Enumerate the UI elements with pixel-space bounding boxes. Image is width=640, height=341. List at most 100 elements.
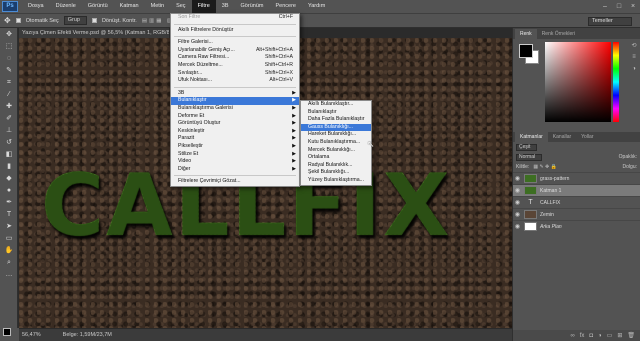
document-tab[interactable]: Yazıya Çimen Efekti Verme.psd @ 56,5% (K… [19,28,169,38]
filter-menu-item-diger[interactable]: Diğer ▶ [171,166,299,174]
tab-color[interactable]: Renk [515,29,537,39]
menu-filtre[interactable]: Filtre [191,0,216,13]
filter-menu-item-mercek-duzeltme[interactable]: Mercek Düzeltme... Shift+Ctrl+R [171,62,299,70]
filter-menu-item-bulaniklastir[interactable]: Bulanıklaştır ▶ [171,97,299,105]
menu-3b[interactable]: 3B [216,0,235,13]
menu-pencere[interactable]: Pencere [269,0,302,13]
quick-select-tool-icon[interactable]: ✎ [2,66,16,76]
filter-menu-item-ufuk-noktasi[interactable]: Ufuk Noktası... Alt+Ctrl+V [171,77,299,85]
workspace-dropdown[interactable]: Temeller [588,17,632,26]
crop-tool-icon[interactable]: ⌗ [2,78,16,88]
visibility-eye-icon[interactable]: ◉ [513,187,522,194]
filter-menu-item-filtrelere-cevrimici-gozat[interactable]: Filtrelere Çevrimiçi Gözat... [171,178,299,186]
menu-duzenle[interactable]: Düzenle [50,0,82,13]
tab-channels[interactable]: Kanallar [548,132,576,142]
menu-gorunum[interactable]: Görünüm [235,0,270,13]
tab-paths[interactable]: Yollar [576,132,598,142]
blur-submenu-item-akilli-bulaniklastir[interactable]: Akıllı Bulanıklaştır... [301,101,371,109]
maximize-icon[interactable]: □ [612,0,626,13]
lasso-tool-icon[interactable]: ◌ [2,54,16,64]
shape-tool-icon[interactable]: ▭ [2,234,16,244]
blur-submenu-item-gauss-bulanikligi[interactable]: Gauss Bulanıklığı... [301,123,371,132]
new-layer-icon[interactable]: ⊞ [617,332,622,339]
filter-menu-item-deforme-et[interactable]: Deforme Et ▶ [171,113,299,121]
close-icon[interactable]: × [626,0,640,13]
blur-tool-icon[interactable]: ◆ [2,174,16,184]
adjustments-icon[interactable]: ◑ [629,66,639,75]
layer-row-grass-pattern[interactable]: ◉ grass-pattern [513,172,640,184]
filter-menu-item-goruntuyu-olustur[interactable]: Görüntüyü Oluştur ▶ [171,120,299,128]
brush-tool-icon[interactable]: ✐ [2,114,16,124]
menu-katman[interactable]: Katman [114,0,145,13]
history-icon[interactable]: ⟲ [629,42,639,51]
visibility-eye-icon[interactable]: ◉ [513,175,522,182]
blur-submenu-item-hareket-bulanikligi[interactable]: Hareket Bulanıklığı... [301,131,371,139]
hand-tool-icon[interactable]: ✋ [2,246,16,256]
filter-menu-item-3b[interactable]: 3B ▶ [171,90,299,98]
eyedropper-tool-icon[interactable]: ⁄ [2,90,16,100]
layer-row-zemin[interactable]: ◉ Zemin [513,208,640,220]
healing-tool-icon[interactable]: ✚ [2,102,16,112]
blur-submenu-item-sekil-bulanikligi[interactable]: Şekil Bulanıklığı... [301,169,371,177]
menu-yardim[interactable]: Yardım [302,0,331,13]
dodge-tool-icon[interactable]: ● [2,186,16,196]
type-tool-icon[interactable]: T [2,210,16,220]
blur-submenu-item-daha-fazla-bulaniklastir[interactable]: Daha Fazla Bulanıklaştır [301,116,371,124]
menu-goruntu[interactable]: Görüntü [82,0,114,13]
group-icon[interactable]: ▭ [607,332,613,339]
blur-submenu-item-radyal-bulaniklik[interactable]: Radyal Bulanıklık... [301,162,371,170]
layer-row-arka-plan[interactable]: ◉ Arka Plan [513,220,640,232]
filter-menu-item-keskinlestir[interactable]: Keskinleştir ▶ [171,128,299,136]
filter-menu-item-son-filtre[interactable]: Son Filtre Ctrl+F [171,14,299,22]
visibility-eye-icon[interactable]: ◉ [513,199,522,206]
blur-submenu-item-kutu-bulaniklastirma[interactable]: Kutu Bulanıklaştırma... [301,139,371,147]
filter-menu-item-piksellestir[interactable]: Pikselleştir ▶ [171,143,299,151]
blur-submenu-item-yuzey-bulaniklastirma[interactable]: Yüzey Bulanıklaştırma... [301,177,371,185]
clone-stamp-tool-icon[interactable]: ⊥ [2,126,16,136]
filter-menu-item-camera-raw-filtresi[interactable]: Camera Raw Filtresi... Shift+Ctrl+A [171,54,299,62]
properties-icon[interactable]: ≡ [629,54,639,63]
marquee-tool-icon[interactable]: ⬚ [2,42,16,52]
zoom-level[interactable]: 56,47% [22,332,41,338]
path-select-tool-icon[interactable]: ➤ [2,222,16,232]
layer-row-callfix[interactable]: ◉ T CALLFIX [513,196,640,208]
filter-menu-item-sivilastir[interactable]: Sıvılaştır... Shift+Ctrl+X [171,70,299,78]
fx-icon[interactable]: fx [580,333,585,339]
auto-select-dropdown[interactable]: Grup [63,16,87,25]
lock-icons[interactable]: ▦ ✎ ✥ 🔒 [533,164,557,170]
zoom-tool-icon[interactable]: ⌕ [2,258,16,268]
filter-menu-item-parazit[interactable]: Parazit ▶ [171,135,299,143]
minimize-icon[interactable]: – [598,0,612,13]
menu-sec[interactable]: Seç [170,0,191,13]
filter-menu-item-filtre-galerisi[interactable]: Filtre Galerisi... [171,39,299,47]
blur-submenu-item-mercek-bulanikligi[interactable]: Mercek Bulanıklığı... [301,147,371,155]
history-brush-tool-icon[interactable]: ↺ [2,138,16,148]
tab-layers[interactable]: Katmanlar [515,132,548,142]
eraser-tool-icon[interactable]: ◧ [2,150,16,160]
saturation-value-field[interactable] [545,42,611,122]
blur-submenu-item-bulaniklastir[interactable]: Bulanıklaştır [301,109,371,117]
filter-menu-item-stilize-et[interactable]: Stilize Et ▶ [171,151,299,159]
visibility-eye-icon[interactable]: ◉ [513,211,522,218]
filter-menu-item-bulaniklastirma-galerisi[interactable]: Bulanıklaştırma Galerisi ▶ [171,105,299,113]
menu-dosya[interactable]: Dosya [22,0,50,13]
blur-submenu-item-ortalama[interactable]: Ortalama [301,154,371,162]
transform-controls-checkbox[interactable] [91,18,97,23]
visibility-eye-icon[interactable]: ◉ [513,223,522,230]
foreground-color-swatch[interactable] [3,328,11,336]
filter-menu-item-video[interactable]: Video ▶ [171,158,299,166]
color-panel-foreground[interactable] [519,44,533,58]
adjustment-layer-icon[interactable]: ◑ [598,333,602,339]
move-tool-icon[interactable]: ✥ [2,30,16,40]
mask-icon[interactable]: ◘ [589,333,593,339]
filter-menu-item-uyarlanabilir-genis-aci[interactable]: Uyarlanabilir Geniş Açı... Alt+Shift+Ctrl… [171,47,299,55]
gradient-tool-icon[interactable]: ▮ [2,162,16,172]
layer-row-katman-1[interactable]: ◉ Katman 1 [513,184,640,196]
more-tools-icon[interactable]: … [2,270,16,280]
menu-metin[interactable]: Metin [145,0,170,13]
trash-icon[interactable]: 🗑 [627,332,635,339]
pen-tool-icon[interactable]: ✒ [2,198,16,208]
tab-swatches[interactable]: Renk Örnekleri [537,29,580,39]
filter-menu-item-akilli-filtrelere-donustur[interactable]: Akıllı Filtrelere Dönüştür [171,27,299,35]
hue-slider[interactable] [613,42,619,122]
